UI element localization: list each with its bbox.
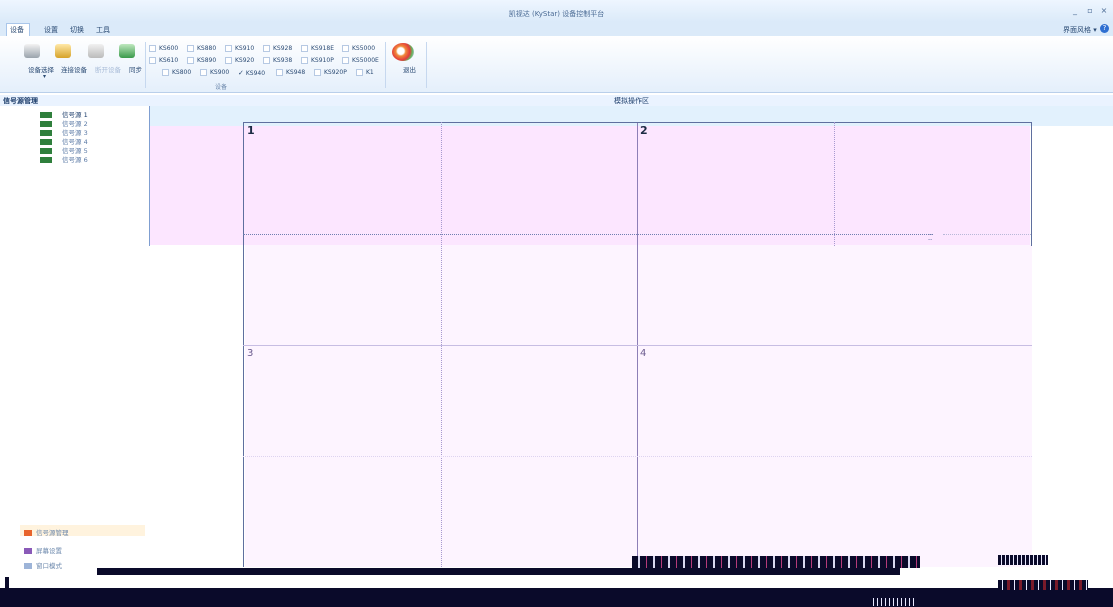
sync-button[interactable]: 同步 — [129, 64, 142, 74]
model-checkbox-ks880[interactable]: KS880 — [187, 45, 216, 52]
sim-area-band — [150, 106, 1113, 126]
disconnect-device-button[interactable]: 断开设备 — [95, 64, 121, 74]
chevron-down-icon[interactable]: ▾ — [43, 73, 46, 80]
model-checkbox-ks948[interactable]: KS948 — [276, 69, 305, 76]
grid-line-dotted — [243, 456, 1032, 458]
tree-item-source-3[interactable]: 信号源 3 — [40, 127, 88, 137]
overlay-bar — [870, 598, 915, 606]
model-checkbox-ks800[interactable]: KS800 — [162, 69, 191, 76]
overlay-bar — [0, 588, 1113, 607]
grid-line-dotted — [243, 234, 933, 236]
model-checkbox-ks5000e[interactable]: KS5000E — [342, 57, 379, 64]
device-select-button[interactable]: 设备选择 — [28, 64, 54, 74]
ribbon-separator — [145, 42, 146, 88]
sync-icon[interactable] — [119, 44, 135, 58]
resize-handle-icon[interactable]: -- -- — [928, 232, 932, 243]
model-checkbox-k1[interactable]: K1 — [356, 69, 374, 76]
sim-canvas-upper[interactable] — [150, 126, 1030, 245]
nav-screen-settings[interactable]: 屏幕设置 — [24, 545, 62, 555]
exit-icon[interactable] — [392, 43, 414, 61]
model-checkbox-ks600[interactable]: KS600 — [149, 45, 178, 52]
grid-line — [1031, 122, 1032, 246]
overlay-bar — [998, 555, 1048, 565]
model-checkbox-ks920p[interactable]: KS920P — [314, 69, 347, 76]
tab-settings[interactable]: 设置 — [44, 25, 58, 35]
connect-device-icon[interactable] — [55, 44, 71, 58]
exit-button[interactable]: 退出 — [403, 64, 416, 74]
window-icon — [24, 563, 32, 569]
sim-canvas-lower[interactable] — [245, 245, 1032, 567]
model-checkbox-ks938[interactable]: KS938 — [263, 57, 292, 64]
grid-line-dotted — [834, 122, 836, 246]
help-icon[interactable]: ? — [1100, 24, 1109, 33]
cell-number-3: 3 — [247, 348, 254, 359]
grid-line — [243, 122, 1032, 123]
grid-line — [243, 345, 1032, 346]
grid-line-dotted — [943, 234, 1031, 236]
screen-icon — [24, 548, 32, 554]
window-title: 凯视达 (KyStar) 设备控制平台 — [508, 10, 605, 18]
tab-tools[interactable]: 工具 — [96, 25, 110, 35]
model-checkbox-ks900[interactable]: KS900 — [200, 69, 229, 76]
tree-item-source-4[interactable]: 信号源 4 — [40, 136, 88, 146]
monitor-icon — [40, 157, 52, 163]
model-checkbox-ks920[interactable]: KS920 — [225, 57, 254, 64]
model-checkbox-ks910[interactable]: KS910 — [225, 45, 254, 52]
ribbon-group-label: 设备 — [215, 84, 228, 91]
model-checkbox-ks918e[interactable]: KS918E — [301, 45, 334, 52]
model-checkbox-ks910p[interactable]: KS910P — [301, 57, 334, 64]
overlay-bar — [998, 580, 1088, 590]
menu-tab-row — [0, 22, 1113, 36]
model-checkbox-ks928[interactable]: KS928 — [263, 45, 292, 52]
model-checkbox-ks610[interactable]: KS610 — [149, 57, 178, 64]
sim-area-title: 模拟操作区 — [614, 97, 649, 105]
overlay-bar — [97, 568, 900, 575]
maximize-button[interactable]: ▫ — [1085, 6, 1095, 16]
tree-item-source-1[interactable]: 信号源 1 — [40, 109, 88, 119]
ribbon-separator — [385, 42, 386, 88]
signal-source-panel — [0, 95, 150, 567]
disconnect-device-icon[interactable] — [88, 44, 104, 58]
connect-device-button[interactable]: 连接设备 — [61, 64, 87, 74]
model-checkbox-ks940[interactable]: ✓ KS940 — [238, 69, 265, 77]
minimize-button[interactable]: _ — [1070, 6, 1080, 16]
device-select-icon[interactable] — [24, 44, 40, 58]
signal-source-title: 信号源管理 — [3, 97, 38, 105]
cell-number-2: 2 — [640, 124, 648, 137]
model-checkbox-ks890[interactable]: KS890 — [187, 57, 216, 64]
nav-signal-source[interactable]: 信号源管理 — [24, 527, 69, 537]
style-menu[interactable]: 界面风格 ▾ — [1063, 25, 1097, 35]
ribbon-separator — [426, 42, 427, 88]
rss-icon — [24, 530, 32, 536]
overlay-bar — [632, 556, 920, 568]
tree-item-source-6[interactable]: 信号源 6 — [40, 154, 88, 164]
model-checkbox-ks5000[interactable]: KS5000 — [342, 45, 375, 52]
overlay-bar — [5, 577, 9, 607]
tree-item-source-5[interactable]: 信号源 5 — [40, 145, 88, 155]
tab-switch[interactable]: 切换 — [70, 25, 84, 35]
cell-number-4: 4 — [640, 348, 647, 359]
close-button[interactable]: × — [1099, 6, 1109, 16]
tree-item-source-2[interactable]: 信号源 2 — [40, 118, 88, 128]
nav-window-mode[interactable]: 窗口模式 — [24, 560, 62, 570]
sim-left-border — [149, 106, 150, 246]
cell-number-1: 1 — [247, 124, 255, 137]
tab-device[interactable]: 设备 — [10, 25, 24, 35]
